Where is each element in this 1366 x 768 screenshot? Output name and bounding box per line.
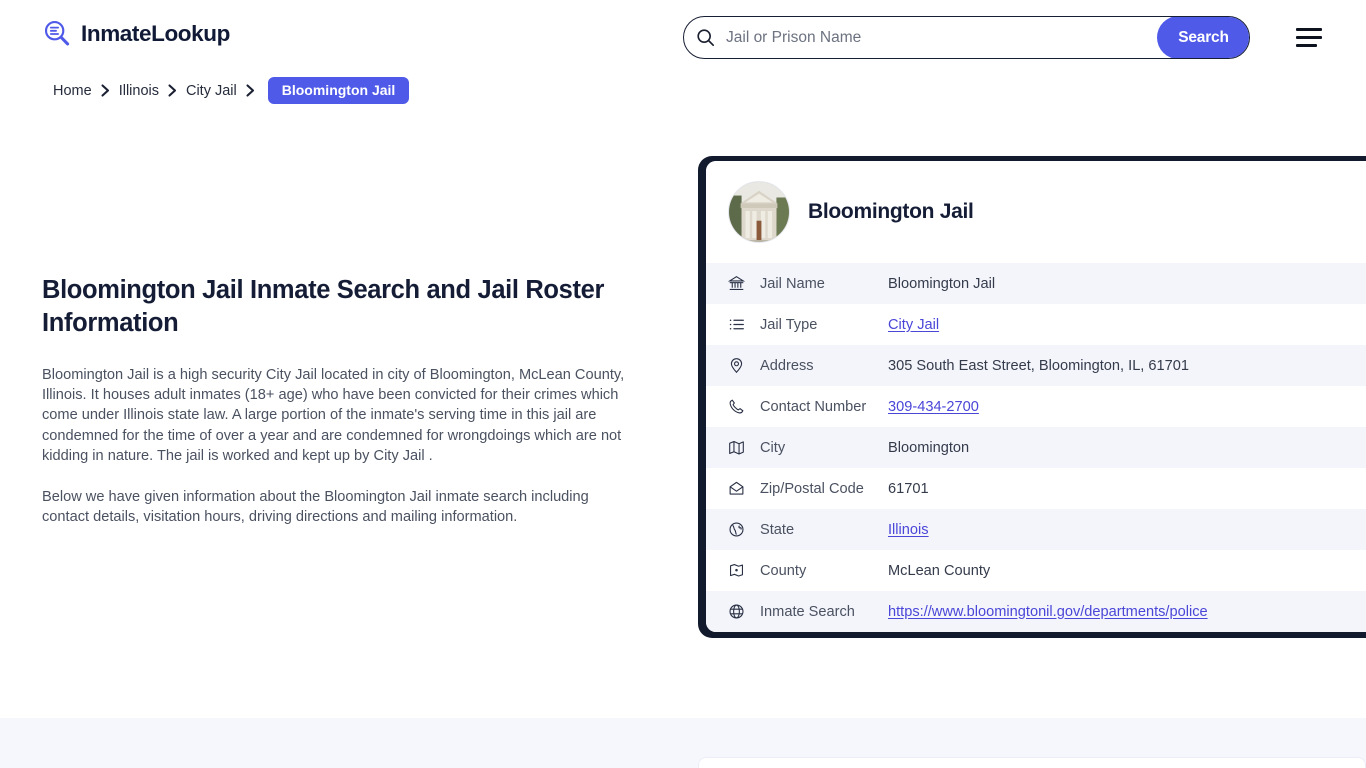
table-row: Contact Number 309-434-2700 — [706, 386, 1366, 427]
intro-paragraph-2: Below we have given information about th… — [42, 489, 589, 526]
search-button[interactable]: Search — [1157, 17, 1249, 58]
search-input[interactable] — [726, 17, 1157, 58]
table-row: Inmate Search https://www.bloomingtonil.… — [706, 591, 1366, 632]
menu-bar-2 — [1296, 35, 1322, 39]
breadcrumb-current-page: Bloomington Jail — [267, 77, 410, 104]
jail-info-card-header: Bloomington Jail — [706, 161, 1366, 263]
search-bar[interactable]: Search — [683, 16, 1250, 59]
row-label: Jail Type — [760, 316, 818, 333]
row-value: Bloomington Jail — [888, 275, 996, 292]
row-label: State — [760, 521, 795, 538]
table-row: City Bloomington — [706, 427, 1366, 468]
jail-info-card: Bloomington Jail Jail Name Bloomington J… — [698, 156, 1366, 638]
contact-number-link[interactable]: 309-434-2700 — [888, 399, 979, 415]
page-title: Bloomington Jail Inmate Search and Jail … — [42, 276, 605, 337]
state-link[interactable]: Illinois — [888, 522, 929, 538]
map-icon — [728, 439, 760, 456]
breadcrumb-item-illinois[interactable]: Illinois — [119, 83, 159, 99]
row-value: McLean County — [888, 562, 991, 579]
jail-type-link[interactable]: City Jail — [888, 317, 939, 333]
row-label: Address — [760, 357, 814, 374]
row-value: https://www.bloomingtonil.gov/department… — [888, 604, 1208, 620]
map-pin-icon — [728, 357, 760, 374]
row-value: Illinois — [888, 522, 929, 538]
row-label: Inmate Search — [760, 603, 855, 620]
breadcrumb: Home Illinois City Jail Bloomington Jail — [53, 77, 410, 104]
brand-logo[interactable]: InmateLookup — [42, 19, 230, 49]
magnifier-list-logo-icon — [44, 21, 70, 46]
courthouse-building-photo — [728, 181, 790, 243]
row-value: Bloomington — [888, 439, 970, 456]
inmate-search-link[interactable]: https://www.bloomingtonil.gov/department… — [888, 604, 1208, 620]
table-row: Jail Name Bloomington Jail — [706, 263, 1366, 304]
row-label: Zip/Postal Code — [760, 480, 864, 497]
table-row: County McLean County — [706, 550, 1366, 591]
table-row: State Illinois — [706, 509, 1366, 550]
row-label: County — [760, 562, 807, 579]
bank-icon — [728, 275, 760, 292]
menu-bar-3 — [1296, 43, 1317, 47]
search-icon — [684, 28, 726, 47]
brand-name: InmateLookup — [81, 21, 230, 46]
table-row: Zip/Postal Code 61701 — [706, 468, 1366, 509]
main-content-column: Bloomington Jail Inmate Search and Jail … — [42, 274, 634, 548]
list-icon — [728, 316, 760, 333]
chevron-right-icon — [101, 84, 110, 97]
chevron-right-icon — [246, 84, 255, 97]
breadcrumb-item-city-jail[interactable]: City Jail — [186, 83, 237, 99]
row-value: City Jail — [888, 317, 939, 333]
envelope-icon — [728, 480, 760, 497]
jail-info-card-title: Bloomington Jail — [808, 200, 974, 223]
chevron-right-icon — [168, 84, 177, 97]
table-row: Jail Type City Jail — [706, 304, 1366, 345]
jail-info-card-inner: Bloomington Jail Jail Name Bloomington J… — [706, 161, 1366, 632]
globe-grid-icon — [728, 521, 760, 538]
menu-bar-1 — [1296, 27, 1322, 31]
row-value: 305 South East Street, Bloomington, IL, … — [888, 357, 1189, 374]
site-header: InmateLookup Search — [0, 0, 1366, 74]
map-marker-icon — [728, 562, 760, 579]
breadcrumb-item-home[interactable]: Home — [53, 83, 92, 99]
phone-icon — [728, 398, 760, 415]
table-row: Address 305 South East Street, Bloomingt… — [706, 345, 1366, 386]
intro-paragraph-1: Bloomington Jail is a high security City… — [42, 367, 625, 464]
hamburger-menu-icon[interactable] — [1296, 24, 1330, 50]
globe-icon — [728, 603, 760, 620]
row-value: 61701 — [888, 480, 929, 497]
row-label: Jail Name — [760, 275, 825, 292]
row-value: 309-434-2700 — [888, 399, 979, 415]
row-label: City — [760, 439, 786, 456]
bottom-card-peek — [698, 757, 1366, 768]
row-label: Contact Number — [760, 398, 867, 415]
